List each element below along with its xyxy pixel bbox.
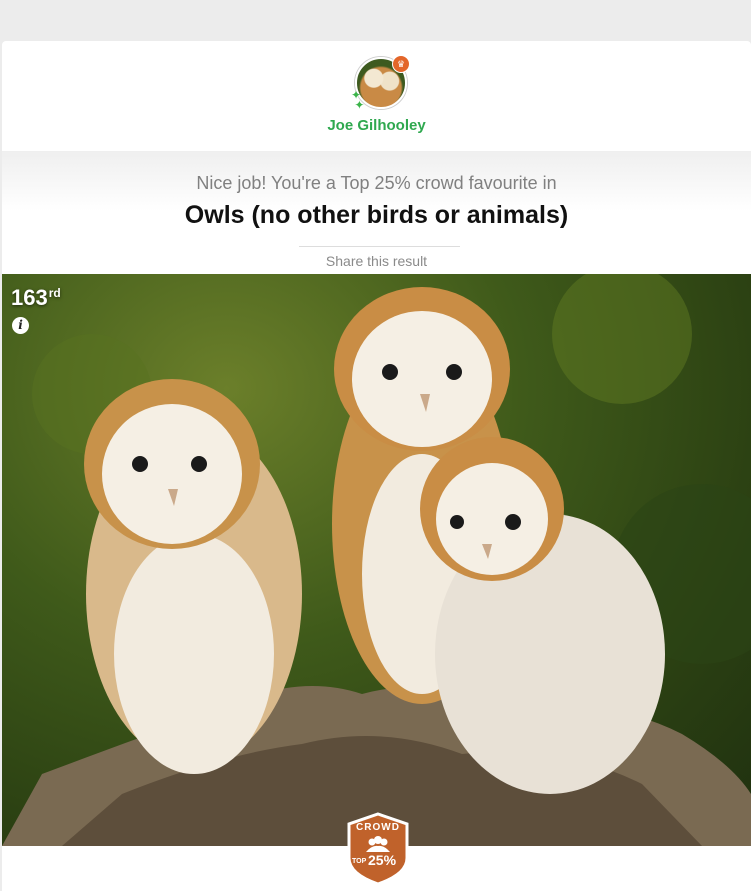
info-icon[interactable]: i (12, 317, 29, 334)
rank-label: 163rd (11, 285, 61, 311)
crown-icon: ♛ (392, 55, 410, 73)
owls-photo-illustration (2, 274, 751, 846)
badge-crowd-label: CROWD (356, 822, 400, 833)
result-card: ♛ ✦ ✦ Joe Gilhooley Nice job! You're a T… (2, 41, 751, 891)
rank-suffix: rd (48, 285, 61, 300)
stars-icon: ✦ ✦ (351, 88, 365, 112)
user-name[interactable]: Joe Gilhooley (2, 117, 751, 134)
share-label: Share this result (325, 253, 428, 269)
result-message: Nice job! You're a Top 25% crowd favouri… (196, 173, 557, 193)
badge-top-label: TOP (352, 858, 367, 865)
badge-percent-label: 25% (368, 852, 397, 868)
entry-photo[interactable]: 163rd i (2, 274, 751, 846)
crowd-top-badge[interactable]: CROWD TOP 25% (345, 812, 411, 886)
user-avatar-group[interactable]: ♛ ✦ ✦ (351, 55, 410, 111)
category-title[interactable]: Owls (no other birds or animals) (2, 201, 751, 230)
divider (299, 246, 460, 247)
rank-number: 163 (11, 285, 48, 310)
